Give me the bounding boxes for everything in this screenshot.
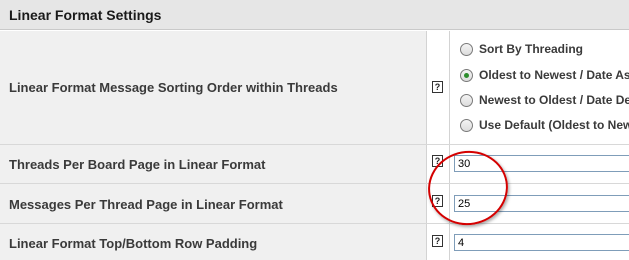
setting-row-sorting-order: Linear Format Message Sorting Order with… bbox=[0, 31, 629, 145]
section-title: Linear Format Settings bbox=[9, 7, 162, 23]
setting-value-cell bbox=[450, 224, 629, 260]
setting-row-threads-per-page: Threads Per Board Page in Linear Format … bbox=[0, 145, 629, 184]
setting-label: Linear Format Top/Bottom Row Padding bbox=[9, 236, 258, 251]
threads-per-page-input[interactable] bbox=[454, 155, 629, 172]
help-icon[interactable]: ? bbox=[432, 195, 443, 207]
help-cell: ? bbox=[427, 224, 450, 260]
setting-label: Messages Per Thread Page in Linear Forma… bbox=[9, 197, 283, 212]
help-cell: ? bbox=[427, 31, 450, 144]
help-cell: ? bbox=[427, 145, 450, 183]
setting-label-cell: Messages Per Thread Page in Linear Forma… bbox=[0, 184, 427, 223]
row-padding-input[interactable] bbox=[454, 234, 629, 251]
help-icon[interactable]: ? bbox=[432, 81, 443, 93]
radio-selected-dot bbox=[464, 73, 469, 78]
radio-option-label[interactable]: Newest to Oldest / Date De bbox=[479, 93, 629, 107]
radio-option-label[interactable]: Use Default (Oldest to New bbox=[479, 118, 629, 132]
setting-value-cell bbox=[450, 145, 629, 183]
help-icon[interactable]: ? bbox=[432, 235, 443, 247]
setting-row-messages-per-page: Messages Per Thread Page in Linear Forma… bbox=[0, 184, 629, 224]
radio-option-label[interactable]: Sort By Threading bbox=[479, 42, 583, 56]
radio-option-label[interactable]: Oldest to Newest / Date Asc bbox=[479, 68, 629, 82]
radio-unselected-icon[interactable] bbox=[460, 43, 473, 56]
help-icon[interactable]: ? bbox=[432, 155, 443, 167]
radio-selected-icon[interactable] bbox=[460, 69, 473, 82]
help-cell: ? bbox=[427, 184, 450, 223]
setting-label: Threads Per Board Page in Linear Format bbox=[9, 157, 266, 172]
setting-label-cell: Linear Format Message Sorting Order with… bbox=[0, 31, 427, 144]
setting-row-row-padding: Linear Format Top/Bottom Row Padding ? bbox=[0, 224, 629, 260]
setting-label: Linear Format Message Sorting Order with… bbox=[9, 80, 338, 95]
messages-per-page-input[interactable] bbox=[454, 195, 629, 212]
setting-value-cell bbox=[450, 184, 629, 223]
radio-unselected-icon[interactable] bbox=[460, 119, 473, 132]
sorting-options-cell: Sort By Threading Oldest to Newest / Dat… bbox=[450, 31, 629, 144]
setting-label-cell: Linear Format Top/Bottom Row Padding bbox=[0, 224, 427, 260]
radio-unselected-icon[interactable] bbox=[460, 94, 473, 107]
section-header: Linear Format Settings bbox=[0, 0, 629, 30]
setting-label-cell: Threads Per Board Page in Linear Format bbox=[0, 145, 427, 183]
